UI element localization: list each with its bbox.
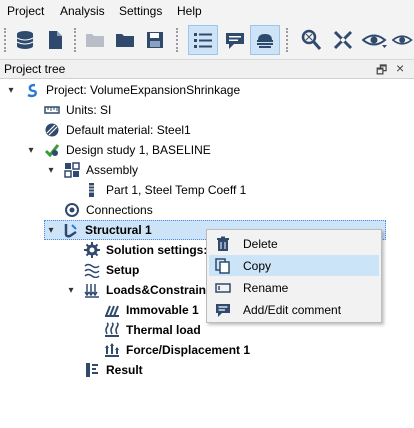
rename-icon [215, 282, 231, 293]
thermal-load-icon [105, 322, 119, 337]
tree-item-default-material[interactable]: Default material: Steel1 [0, 120, 414, 140]
expand-arrow-icon[interactable]: ▾ [6, 85, 16, 96]
cloud-icon [257, 34, 273, 48]
tree-item-label: Setup [106, 263, 140, 277]
tree-item-label: Solution settings: A [106, 243, 219, 257]
database-icon [16, 31, 34, 49]
tree-item-label: Immovable 1 [126, 303, 199, 317]
eye-icon [362, 34, 387, 48]
menu-item-label: Copy [243, 258, 272, 273]
open-folder-disabled-button[interactable] [80, 25, 110, 55]
tree-item-label: Result [106, 363, 143, 377]
tree-item-label: Thermal load [126, 323, 201, 337]
tools-icon [333, 30, 353, 50]
toolbar-grip[interactable] [74, 28, 76, 52]
mesh-icon [301, 29, 322, 50]
expand-arrow-icon[interactable]: ▾ [46, 165, 56, 176]
menu-item-copy[interactable]: Copy [209, 255, 379, 276]
visibility-button[interactable] [360, 25, 390, 55]
eye-icon [392, 35, 413, 45]
visibility-button-2[interactable] [392, 25, 414, 55]
menu-item-add-edit-comment[interactable]: Add/Edit comment [209, 299, 379, 320]
tree-item-connections[interactable]: Connections [0, 200, 414, 220]
project-tree-header: Project tree 🗗 × [0, 60, 414, 79]
menu-item-rename[interactable]: Rename [209, 277, 379, 298]
comment-button[interactable] [220, 25, 250, 55]
expand-arrow-icon[interactable]: ▾ [46, 225, 56, 236]
tree-item-force-displacement[interactable]: Force/Displacement 1 [0, 340, 414, 360]
tree-item-label: Design study 1, BASELINE [66, 143, 211, 157]
tree-item-label: Structural 1 [85, 223, 152, 237]
ruler-icon [44, 106, 60, 114]
tree-item-label: Force/Displacement 1 [126, 343, 251, 357]
tree-item-design-study[interactable]: ▾ Design study 1, BASELINE [0, 140, 414, 160]
copy-icon [215, 257, 230, 274]
menu-settings[interactable]: Settings [119, 4, 162, 18]
menu-item-label: Delete [243, 236, 278, 251]
project-icon [27, 83, 38, 98]
menu-project[interactable]: Project [7, 4, 44, 18]
new-document-icon [49, 31, 62, 49]
menu-item-label: Add/Edit comment [243, 302, 342, 317]
save-icon [147, 32, 163, 48]
comment-icon [226, 33, 244, 49]
toolbar-grip[interactable] [4, 28, 6, 52]
tree-item-label: Loads&Constraints [106, 283, 217, 297]
tree-item-label: Default material: Steel1 [66, 123, 191, 137]
list-view-icon [194, 33, 212, 48]
tree-item-assembly[interactable]: ▾ Assembly [0, 160, 414, 180]
expand-arrow-icon[interactable]: ▾ [66, 285, 76, 296]
tree-item-result[interactable]: Result [0, 360, 414, 380]
menu-bar: Project Analysis Settings Help [0, 0, 414, 22]
tree-item-label: Part 1, Steel Temp Coeff 1 [106, 183, 247, 197]
immovable-icon [105, 305, 119, 317]
material-icon [45, 123, 59, 137]
float-panel-button[interactable]: 🗗 [376, 61, 387, 82]
tree-item-label: Project: VolumeExpansionShrinkage [46, 83, 241, 97]
design-study-icon [44, 144, 60, 158]
expand-arrow-icon[interactable]: ▾ [26, 145, 36, 156]
comment-edit-icon [216, 303, 230, 317]
result-icon [86, 363, 98, 377]
open-folder-button[interactable] [110, 25, 140, 55]
toolbar-grip[interactable] [176, 28, 178, 52]
trash-icon [217, 236, 229, 251]
open-folder-icon [116, 34, 134, 47]
toolbar [0, 22, 414, 60]
tree-item-part[interactable]: Part 1, Steel Temp Coeff 1 [0, 180, 414, 200]
tree-item-project[interactable]: ▾ Project: VolumeExpansionShrinkage [0, 80, 414, 100]
assembly-icon [64, 162, 80, 178]
force-icon [105, 343, 119, 357]
tree-item-units[interactable]: Units: SI [0, 100, 414, 120]
new-document-button[interactable] [40, 25, 70, 55]
tools-button[interactable] [328, 25, 358, 55]
menu-help[interactable]: Help [177, 4, 202, 18]
tree-item-label: Assembly [86, 163, 139, 177]
tree-item-label: Connections [86, 203, 153, 217]
menu-analysis[interactable]: Analysis [60, 4, 105, 18]
list-view-button[interactable] [188, 25, 218, 55]
database-button[interactable] [10, 25, 40, 55]
loads-icon [84, 284, 99, 298]
solution-settings-icon [84, 242, 100, 258]
open-folder-disabled-icon [86, 34, 104, 47]
menu-item-label: Rename [243, 280, 289, 295]
setup-icon [84, 263, 100, 278]
panel-title: Project tree [4, 62, 66, 76]
close-panel-button[interactable]: × [396, 60, 404, 76]
cloud-button[interactable] [250, 25, 280, 55]
context-menu: Delete Copy Rename Add/Edit comment [206, 229, 382, 323]
mesh-button[interactable] [296, 25, 326, 55]
structural-icon [64, 224, 77, 238]
part-icon [89, 183, 94, 197]
tree-item-label: Units: SI [66, 103, 112, 117]
connections-icon [65, 203, 79, 217]
tree-item-thermal-load[interactable]: Thermal load [0, 320, 414, 340]
toolbar-grip[interactable] [286, 28, 288, 52]
save-button[interactable] [140, 25, 170, 55]
menu-item-delete[interactable]: Delete [209, 233, 379, 254]
